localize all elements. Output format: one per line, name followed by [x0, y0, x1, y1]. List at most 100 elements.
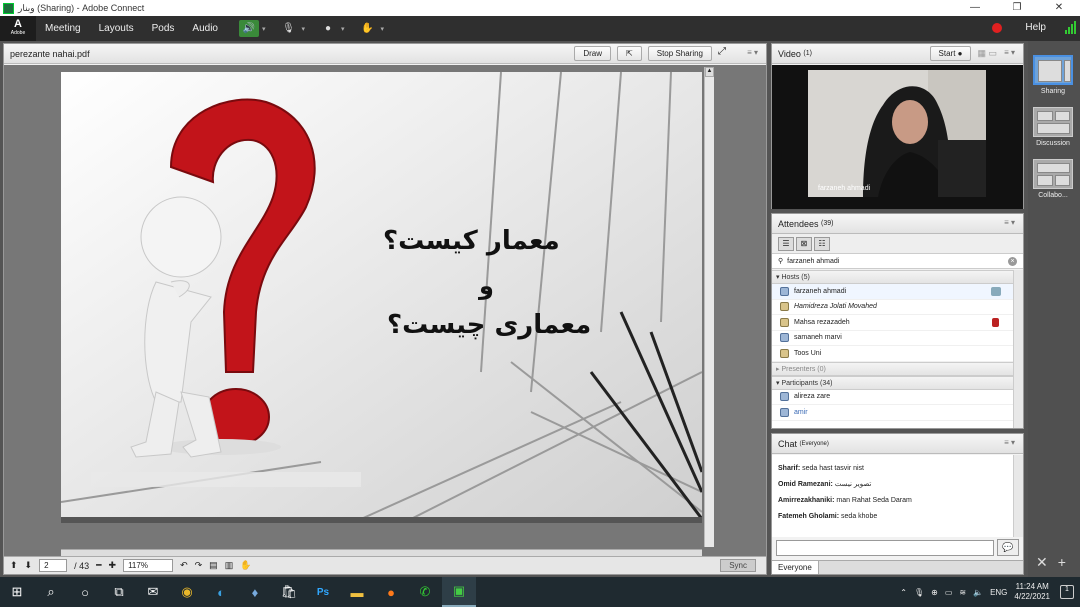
- zoom-select[interactable]: 117%: [123, 559, 174, 572]
- chat-pod-header: Chat (Everyone) ≡ ▾: [772, 434, 1023, 454]
- layout-label: Discussion: [1036, 140, 1070, 147]
- scroll-up-icon[interactable]: ▲: [705, 67, 714, 77]
- page-number-input[interactable]: 2: [39, 559, 68, 572]
- list-view-icon[interactable]: ☰: [778, 236, 794, 251]
- participants-group[interactable]: ▾ Participants (34): [772, 375, 1013, 390]
- language-indicator[interactable]: ENG: [990, 588, 1007, 597]
- hosts-group[interactable]: ▾ Hosts (5): [772, 270, 1013, 284]
- presenters-group[interactable]: ▸ Presenters (0): [772, 361, 1013, 376]
- pointer-button[interactable]: ⇱: [617, 46, 642, 61]
- tools-icon[interactable]: ✕: [1036, 554, 1058, 570]
- search-icon[interactable]: ⌕: [34, 577, 68, 607]
- status-dropdown-icon[interactable]: ▾: [381, 25, 385, 33]
- page-view-icon[interactable]: ▤: [209, 560, 218, 571]
- video-layout-icon[interactable]: ▦ ▭: [977, 48, 997, 59]
- attendees-scrollbar[interactable]: [1013, 270, 1023, 428]
- speaker-dropdown-icon[interactable]: ▾: [262, 25, 266, 33]
- photoshop-icon[interactable]: Ps: [306, 577, 340, 607]
- video-participant-name: farzaneh ahmadi: [818, 185, 871, 192]
- chat-input[interactable]: [776, 540, 994, 556]
- firefox-icon[interactable]: ●: [374, 577, 408, 607]
- pod-menu-icon[interactable]: ≡ ▾: [1004, 438, 1015, 447]
- next-page-arrow-icon[interactable]: ⬇: [25, 560, 33, 571]
- attendee-row[interactable]: farzaneh ahmadi: [772, 284, 1013, 300]
- clock[interactable]: 11:24 AM 4/22/2021: [1014, 582, 1050, 602]
- file-explorer-icon[interactable]: ▬: [340, 577, 374, 607]
- close-button[interactable]: ✕: [1038, 0, 1080, 16]
- menu-pods[interactable]: Pods: [152, 23, 175, 34]
- vertical-scrollbar[interactable]: ▲: [704, 67, 714, 547]
- attendee-row[interactable]: samaneh marvi: [772, 331, 1013, 346]
- maps-icon[interactable]: ♦: [238, 577, 272, 607]
- attendee-row[interactable]: Mahsa rezazadeh: [772, 315, 1013, 331]
- layout-label: Collabo...: [1038, 192, 1068, 199]
- start-icon[interactable]: ⊞: [0, 577, 34, 607]
- slide: معمار کیست؟ و معماری چیست؟: [61, 72, 702, 519]
- attendee-row[interactable]: Toos Uni: [772, 346, 1013, 362]
- tray-volume-icon[interactable]: 🔈: [973, 588, 983, 597]
- tray-battery-icon[interactable]: ▭: [945, 588, 953, 597]
- whatsapp-icon[interactable]: ✆: [408, 577, 442, 607]
- chrome-icon[interactable]: ◉: [170, 577, 204, 607]
- send-message-icon[interactable]: 💬: [997, 539, 1019, 556]
- menu-audio[interactable]: Audio: [192, 23, 218, 34]
- minimize-button[interactable]: —: [954, 0, 996, 16]
- tab-everyone[interactable]: Everyone: [772, 561, 819, 574]
- microphone-dropdown-icon[interactable]: ▾: [302, 25, 306, 33]
- task-view-icon[interactable]: ⧉: [102, 577, 136, 607]
- start-video-button[interactable]: Start ●: [929, 46, 972, 61]
- edge-icon[interactable]: ◐: [204, 577, 238, 607]
- webcam-icon[interactable]: ●: [318, 20, 338, 37]
- attendees-title: Attendees: [778, 218, 819, 229]
- prev-page-arrow-icon[interactable]: ⬆: [10, 560, 18, 571]
- menu-meeting[interactable]: Meeting: [45, 23, 81, 34]
- speaker-icon[interactable]: 🔊: [238, 20, 259, 37]
- status-view-icon[interactable]: ☷: [814, 236, 830, 251]
- webcam-stream: farzaneh ahmadi: [808, 70, 986, 197]
- zoom-out-icon[interactable]: ━: [96, 560, 101, 571]
- layout-discussion[interactable]: Discussion: [1033, 107, 1073, 147]
- restore-button[interactable]: ❐: [996, 0, 1038, 16]
- layout-collaboration[interactable]: Collabo...: [1033, 159, 1073, 199]
- slide-title-line2: و: [479, 272, 494, 300]
- clear-status-icon[interactable]: ×: [1008, 257, 1017, 266]
- my-status-row[interactable]: ⚲ farzaneh ahmadi ×: [772, 254, 1023, 269]
- undo-icon[interactable]: ↶: [180, 560, 188, 571]
- stop-sharing-button[interactable]: Stop Sharing: [647, 46, 712, 61]
- pod-menu-icon[interactable]: ≡ ▾: [1004, 48, 1015, 57]
- draw-button[interactable]: Draw: [574, 46, 612, 61]
- notifications-icon[interactable]: 1: [1060, 585, 1074, 599]
- recording-indicator-icon[interactable]: [992, 23, 1002, 33]
- host-avatar-icon: [780, 348, 789, 358]
- tray-chevron-icon[interactable]: ⌃: [900, 588, 907, 597]
- attendee-row[interactable]: Hamidreza Jolati Movahed: [772, 300, 1013, 315]
- sync-button[interactable]: Sync: [720, 559, 756, 572]
- adobe-connect-taskbar-icon[interactable]: ▣: [442, 577, 476, 607]
- layout-sharing[interactable]: Sharing: [1033, 55, 1073, 95]
- pod-menu-icon[interactable]: ≡ ▾: [1004, 218, 1015, 227]
- tray-mic-icon[interactable]: 🎙: [914, 588, 924, 597]
- menu-help[interactable]: Help: [1025, 22, 1046, 33]
- host-avatar-icon: [780, 286, 789, 296]
- redo-icon[interactable]: ↷: [195, 560, 203, 571]
- thumbnails-icon[interactable]: ▥: [225, 560, 234, 571]
- hand-tool-icon[interactable]: ✋: [240, 560, 251, 571]
- menu-layouts[interactable]: Layouts: [99, 23, 134, 34]
- store-icon[interactable]: 🛍: [272, 577, 306, 607]
- attendee-row[interactable]: alireza zare: [772, 390, 1013, 405]
- add-layout-icon[interactable]: +: [1058, 554, 1076, 570]
- microphone-icon[interactable]: 🎙: [279, 20, 299, 37]
- cortana-icon[interactable]: ○: [68, 577, 102, 607]
- tray-wifi-icon[interactable]: ≋: [959, 588, 966, 597]
- mail-icon[interactable]: ✉: [136, 577, 170, 607]
- slide-title-line3: معماری چیست؟: [387, 310, 592, 340]
- webcam-dropdown-icon[interactable]: ▾: [341, 25, 345, 33]
- chat-scrollbar[interactable]: [1013, 455, 1023, 537]
- zoom-in-icon[interactable]: ✚: [109, 560, 117, 571]
- fullscreen-icon[interactable]: ⤢: [718, 46, 726, 61]
- pod-menu-icon[interactable]: ≡ ▾: [747, 48, 758, 57]
- tray-network-icon[interactable]: ⊕: [931, 588, 938, 597]
- breakout-view-icon[interactable]: ⊠: [796, 236, 812, 251]
- raise-hand-icon[interactable]: ✋: [358, 20, 378, 37]
- attendee-row[interactable]: amir: [772, 405, 1013, 421]
